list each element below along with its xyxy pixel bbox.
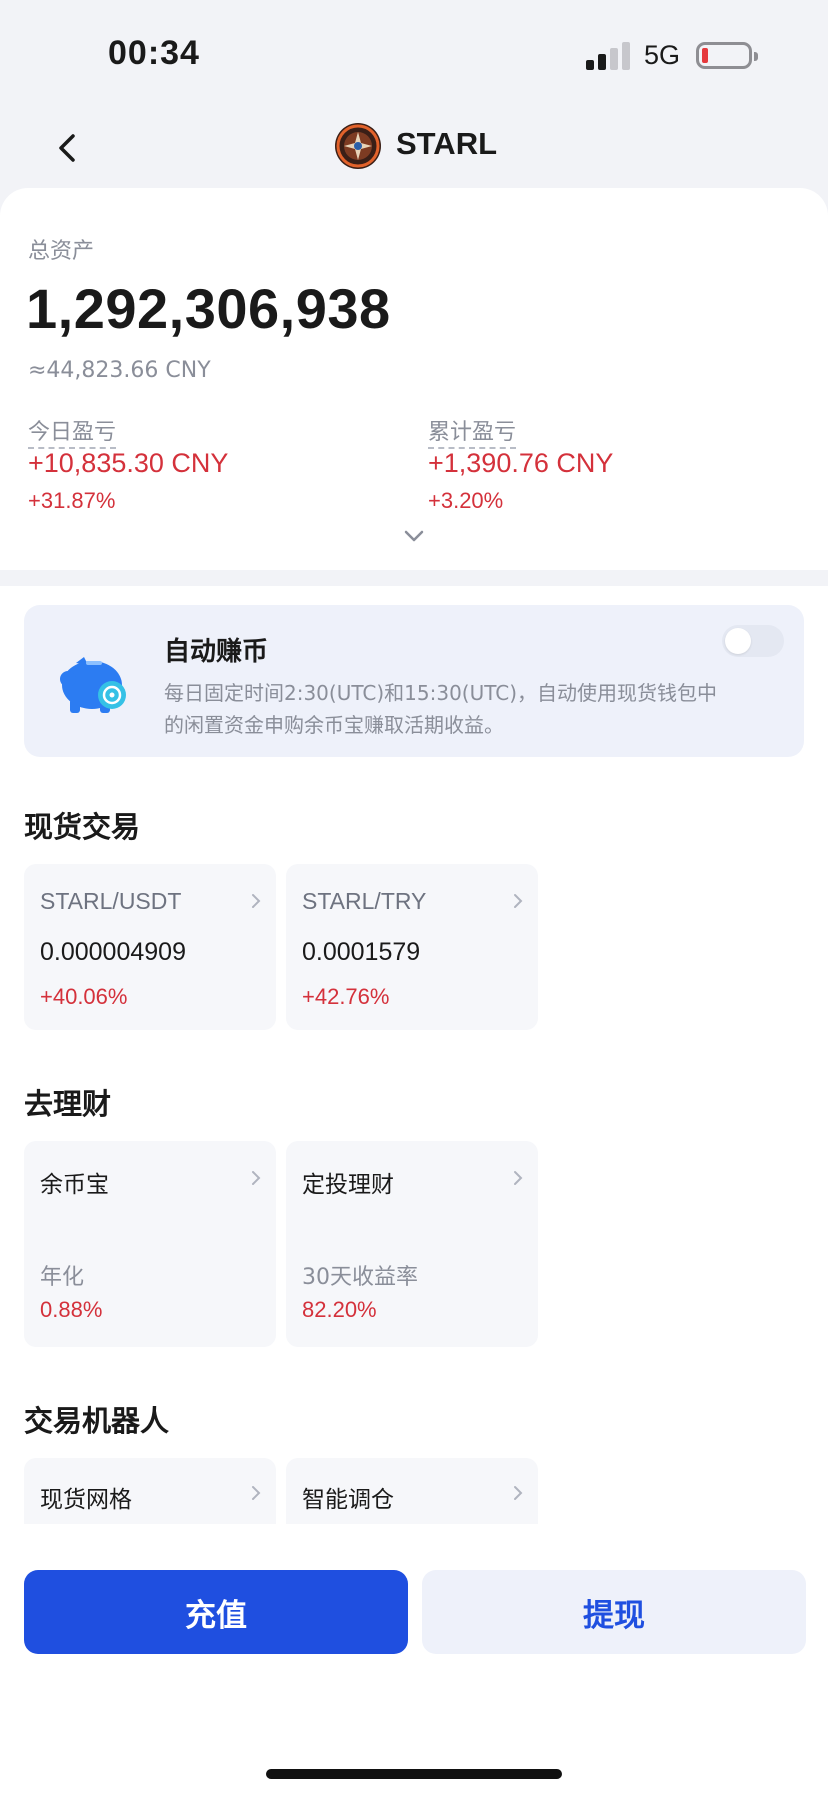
total-assets-label: 总资产 xyxy=(28,239,95,264)
bot-name: 现货网格 xyxy=(40,1487,132,1513)
chevron-right-icon xyxy=(514,894,523,908)
cumulative-pnl-label[interactable]: 累计盈亏 xyxy=(428,414,517,449)
today-pnl-percent: +31.87% xyxy=(28,488,116,513)
spot-trading-title: 现货交易 xyxy=(24,810,141,844)
finance-tile-dingtou[interactable]: 定投理财 30天收益率 82.20% xyxy=(286,1141,538,1347)
finance-title: 去理财 xyxy=(24,1087,112,1121)
network-type: 5G xyxy=(644,40,681,70)
finance-metric-label: 30天收益率 xyxy=(302,1265,418,1290)
pair-price: 0.0001579 xyxy=(302,938,421,966)
chevron-right-icon xyxy=(252,894,261,908)
today-pnl-value: +10,835.30 CNY xyxy=(28,448,229,478)
bot-tile-spot-grid[interactable]: 现货网格 xyxy=(24,1458,276,1524)
asset-summary-card: 总资产 1,292,306,938 ≈44,823.66 CNY 今日盈亏 +1… xyxy=(0,188,828,570)
back-arrow-icon[interactable] xyxy=(48,128,88,168)
trading-bots-title: 交易机器人 xyxy=(24,1404,170,1438)
pair-name: STARL/USDT xyxy=(40,888,182,914)
status-time: 00:34 xyxy=(108,34,200,72)
home-indicator[interactable] xyxy=(266,1769,562,1779)
bot-name: 智能调仓 xyxy=(302,1487,394,1513)
finance-product-name: 定投理财 xyxy=(302,1172,394,1198)
deposit-button[interactable]: 充值 xyxy=(24,1570,408,1654)
finance-metric-label: 年化 xyxy=(40,1265,85,1290)
finance-metric-value: 0.88% xyxy=(40,1297,103,1322)
withdraw-button[interactable]: 提现 xyxy=(422,1570,806,1654)
page-title: STARL xyxy=(396,126,498,161)
piggy-bank-icon xyxy=(60,657,126,713)
today-pnl-label[interactable]: 今日盈亏 xyxy=(28,414,117,449)
chevron-right-icon xyxy=(252,1171,261,1185)
auto-earn-description: 每日固定时间2:30(UTC)和15:30(UTC)，自动使用现货钱包中的闲置资… xyxy=(164,681,718,737)
pair-change: +42.76% xyxy=(302,984,390,1009)
nav-bar: STARL xyxy=(0,110,828,190)
chevron-right-icon xyxy=(252,1486,261,1500)
bot-tile-smart-rebalance[interactable]: 智能调仓 xyxy=(286,1458,538,1524)
battery-icon xyxy=(696,42,758,69)
signal-icon xyxy=(586,42,630,70)
auto-earn-card: 自动赚币 每日固定时间2:30(UTC)和15:30(UTC)，自动使用现货钱包… xyxy=(24,605,804,757)
status-bar: 00:34 5G xyxy=(0,0,828,110)
total-assets-value: 1,292,306,938 xyxy=(26,277,391,340)
pair-price: 0.000004909 xyxy=(40,938,186,966)
approx-cny-value: ≈44,823.66 CNY xyxy=(28,358,211,383)
cumulative-pnl-percent: +3.20% xyxy=(428,488,504,513)
finance-metric-value: 82.20% xyxy=(302,1297,377,1322)
toggle-knob xyxy=(725,628,751,654)
pair-change: +40.06% xyxy=(40,984,128,1009)
chevron-right-icon xyxy=(514,1171,523,1185)
spot-pair-tile-starl-usdt[interactable]: STARL/USDT 0.000004909 +40.06% xyxy=(24,864,276,1030)
finance-tile-yubibao[interactable]: 余币宝 年化 0.88% xyxy=(24,1141,276,1347)
chevron-right-icon xyxy=(514,1486,523,1500)
auto-earn-toggle[interactable] xyxy=(722,625,784,657)
auto-earn-title: 自动赚币 xyxy=(164,637,269,667)
pair-name: STARL/TRY xyxy=(302,888,427,914)
finance-product-name: 余币宝 xyxy=(40,1172,109,1198)
spot-pair-tile-starl-try[interactable]: STARL/TRY 0.0001579 +42.76% xyxy=(286,864,538,1030)
chevron-down-icon[interactable] xyxy=(402,528,426,544)
cumulative-pnl-value: +1,390.76 CNY xyxy=(428,448,614,478)
starl-coin-logo xyxy=(335,123,381,169)
